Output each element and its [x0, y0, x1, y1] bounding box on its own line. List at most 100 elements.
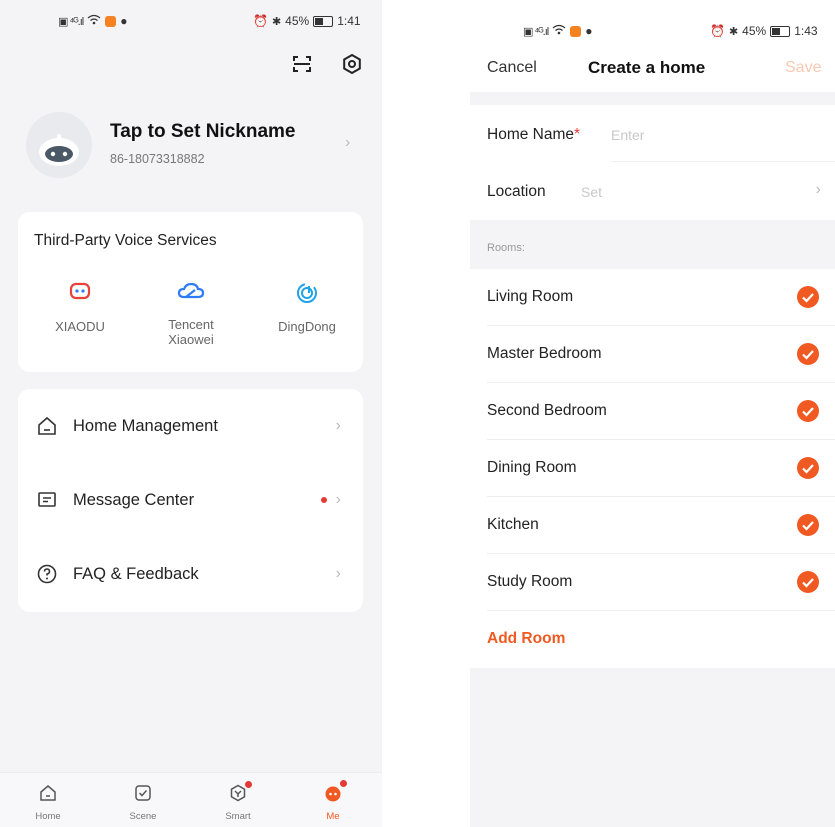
status-right-icons: ⏰ ✱ 45% 1:43 — [710, 24, 818, 38]
tab-label: Me — [326, 811, 340, 822]
tab-label: Home — [35, 811, 61, 822]
menu-item-home-management[interactable]: Home Management › — [18, 389, 363, 463]
signal-icon: ▣ ⁴ᴳ.ıl — [523, 25, 549, 38]
chevron-right-icon: › — [335, 417, 341, 434]
checkmark-icon[interactable] — [797, 343, 819, 365]
wifi-icon — [87, 14, 101, 28]
service-label: Tencent Xiaowei — [168, 317, 214, 347]
room-label: Study Room — [487, 573, 573, 590]
unread-dot — [321, 497, 327, 503]
status-right-icons: ⏰ ✱ 45% 1:41 — [253, 14, 361, 28]
scene-tab-icon — [135, 785, 151, 801]
tab-me[interactable]: Me — [303, 780, 363, 822]
status-left-icons: ▣ ⁴ᴳ.ıl ● — [523, 24, 592, 38]
wifi-icon — [552, 24, 566, 38]
room-item-master-bedroom[interactable]: Master Bedroom — [470, 326, 835, 383]
message-icon — [38, 492, 56, 507]
required-asterisk: * — [574, 126, 581, 143]
app-notification-icon — [570, 25, 582, 37]
menu-item-label: Message Center — [73, 490, 195, 509]
status-left-icons: ▣ ⁴ᴳ.ıl ● — [58, 14, 127, 28]
avatar[interactable] — [26, 112, 92, 178]
room-item-dining-room[interactable]: Dining Room — [470, 440, 835, 497]
xiaodu-icon — [69, 282, 91, 300]
home-icon — [38, 416, 56, 435]
me-badge-dot — [340, 780, 347, 787]
cancel-button[interactable]: Cancel — [487, 59, 537, 77]
menu-item-faq-feedback[interactable]: FAQ & Feedback › — [18, 537, 363, 611]
robot-avatar-icon — [39, 134, 79, 166]
checkmark-icon[interactable] — [797, 457, 819, 479]
profile-chevron-icon[interactable]: › — [345, 134, 350, 152]
location-chevron-icon[interactable]: › — [816, 181, 821, 199]
chevron-right-icon: › — [335, 565, 341, 582]
save-button[interactable]: Save — [785, 59, 821, 77]
tab-home[interactable]: Home — [18, 784, 78, 822]
room-label: Second Bedroom — [487, 402, 607, 419]
service-dingdong[interactable]: DingDong — [252, 282, 362, 334]
tab-label: Scene — [129, 811, 157, 822]
home-name-label: Home Name* — [487, 126, 580, 144]
status-bar: ▣ ⁴ᴳ.ıl ● ⏰ ✱ 45% 1:43 — [470, 0, 835, 40]
phone-number: 86-18073318882 — [110, 152, 205, 166]
room-item-living-room[interactable]: Living Room — [470, 269, 835, 326]
add-room-row: Add Room — [470, 611, 835, 668]
menu-item-label: Home Management — [73, 416, 218, 435]
dingdong-icon — [297, 283, 317, 303]
location-label: Location — [487, 183, 546, 200]
bluetooth-icon: ✱ — [728, 25, 739, 38]
app-notification-icon — [105, 15, 117, 27]
nickname[interactable]: Tap to Set Nickname — [110, 121, 295, 143]
menu-card: Home Management › Message Center › FAQ &… — [18, 389, 363, 612]
service-tencent-xiaowei[interactable]: Tencent Xiaowei — [136, 282, 246, 347]
create-home-screen: ▣ ⁴ᴳ.ıl ● ⏰ ✱ 45% 1:43 Cancel Create a h… — [470, 0, 835, 827]
battery-percent: 45% — [285, 14, 310, 28]
checkmark-icon[interactable] — [797, 571, 819, 593]
status-time: 1:41 — [337, 14, 361, 28]
menu-item-message-center[interactable]: Message Center › — [18, 463, 363, 537]
smart-badge-dot — [245, 781, 252, 788]
smart-tab-icon — [230, 784, 246, 802]
divider — [611, 161, 835, 162]
room-item-second-bedroom[interactable]: Second Bedroom — [470, 383, 835, 440]
home-tab-icon — [40, 785, 56, 801]
home-name-input[interactable]: Enter — [611, 127, 644, 143]
status-time: 1:43 — [794, 24, 818, 38]
room-label: Living Room — [487, 288, 574, 305]
profile-screen: ▣ ⁴ᴳ.ıl ● ⏰ ✱ 45% 1:41 Tap to Set Nickna… — [0, 0, 382, 827]
page-title: Create a home — [588, 58, 706, 77]
battery-icon — [313, 15, 334, 27]
voice-services-card: Third-Party Voice Services XIAODU Tencen… — [18, 212, 363, 372]
tencent-cloud-icon — [177, 282, 205, 299]
room-item-kitchen[interactable]: Kitchen — [470, 497, 835, 554]
add-room-button[interactable]: Add Room — [487, 630, 565, 648]
room-label: Dining Room — [487, 459, 577, 476]
alarm-icon: ⏰ — [710, 24, 725, 38]
chat-notification-icon: ● — [585, 24, 593, 38]
room-item-study-room[interactable]: Study Room — [470, 554, 835, 611]
rooms-header: Rooms: — [487, 242, 525, 254]
home-name-label-text: Home Name — [487, 126, 574, 143]
signal-icon: ▣ ⁴ᴳ.ıl — [58, 15, 84, 28]
battery-percent: 45% — [742, 24, 767, 38]
tab-smart[interactable]: Smart — [208, 781, 268, 822]
service-label: DingDong — [278, 319, 336, 334]
voice-services-title: Third-Party Voice Services — [34, 232, 217, 249]
checkmark-icon[interactable] — [797, 286, 819, 308]
checkmark-icon[interactable] — [797, 400, 819, 422]
battery-icon — [770, 25, 791, 37]
tab-scene[interactable]: Scene — [113, 784, 173, 822]
room-label: Kitchen — [487, 516, 539, 533]
service-label: XIAODU — [55, 319, 105, 334]
room-label: Master Bedroom — [487, 345, 602, 362]
scan-icon[interactable] — [292, 54, 312, 74]
alarm-icon: ⏰ — [253, 14, 268, 28]
service-xiaodu[interactable]: XIAODU — [25, 282, 135, 334]
checkmark-icon[interactable] — [797, 514, 819, 536]
location-input[interactable]: Set — [581, 184, 602, 200]
me-tab-icon — [325, 786, 341, 802]
home-form: Home Name* Enter Location Set › — [470, 105, 835, 220]
settings-gear-icon[interactable] — [341, 53, 363, 75]
tab-label: Smart — [225, 811, 251, 822]
bluetooth-icon: ✱ — [271, 15, 282, 28]
